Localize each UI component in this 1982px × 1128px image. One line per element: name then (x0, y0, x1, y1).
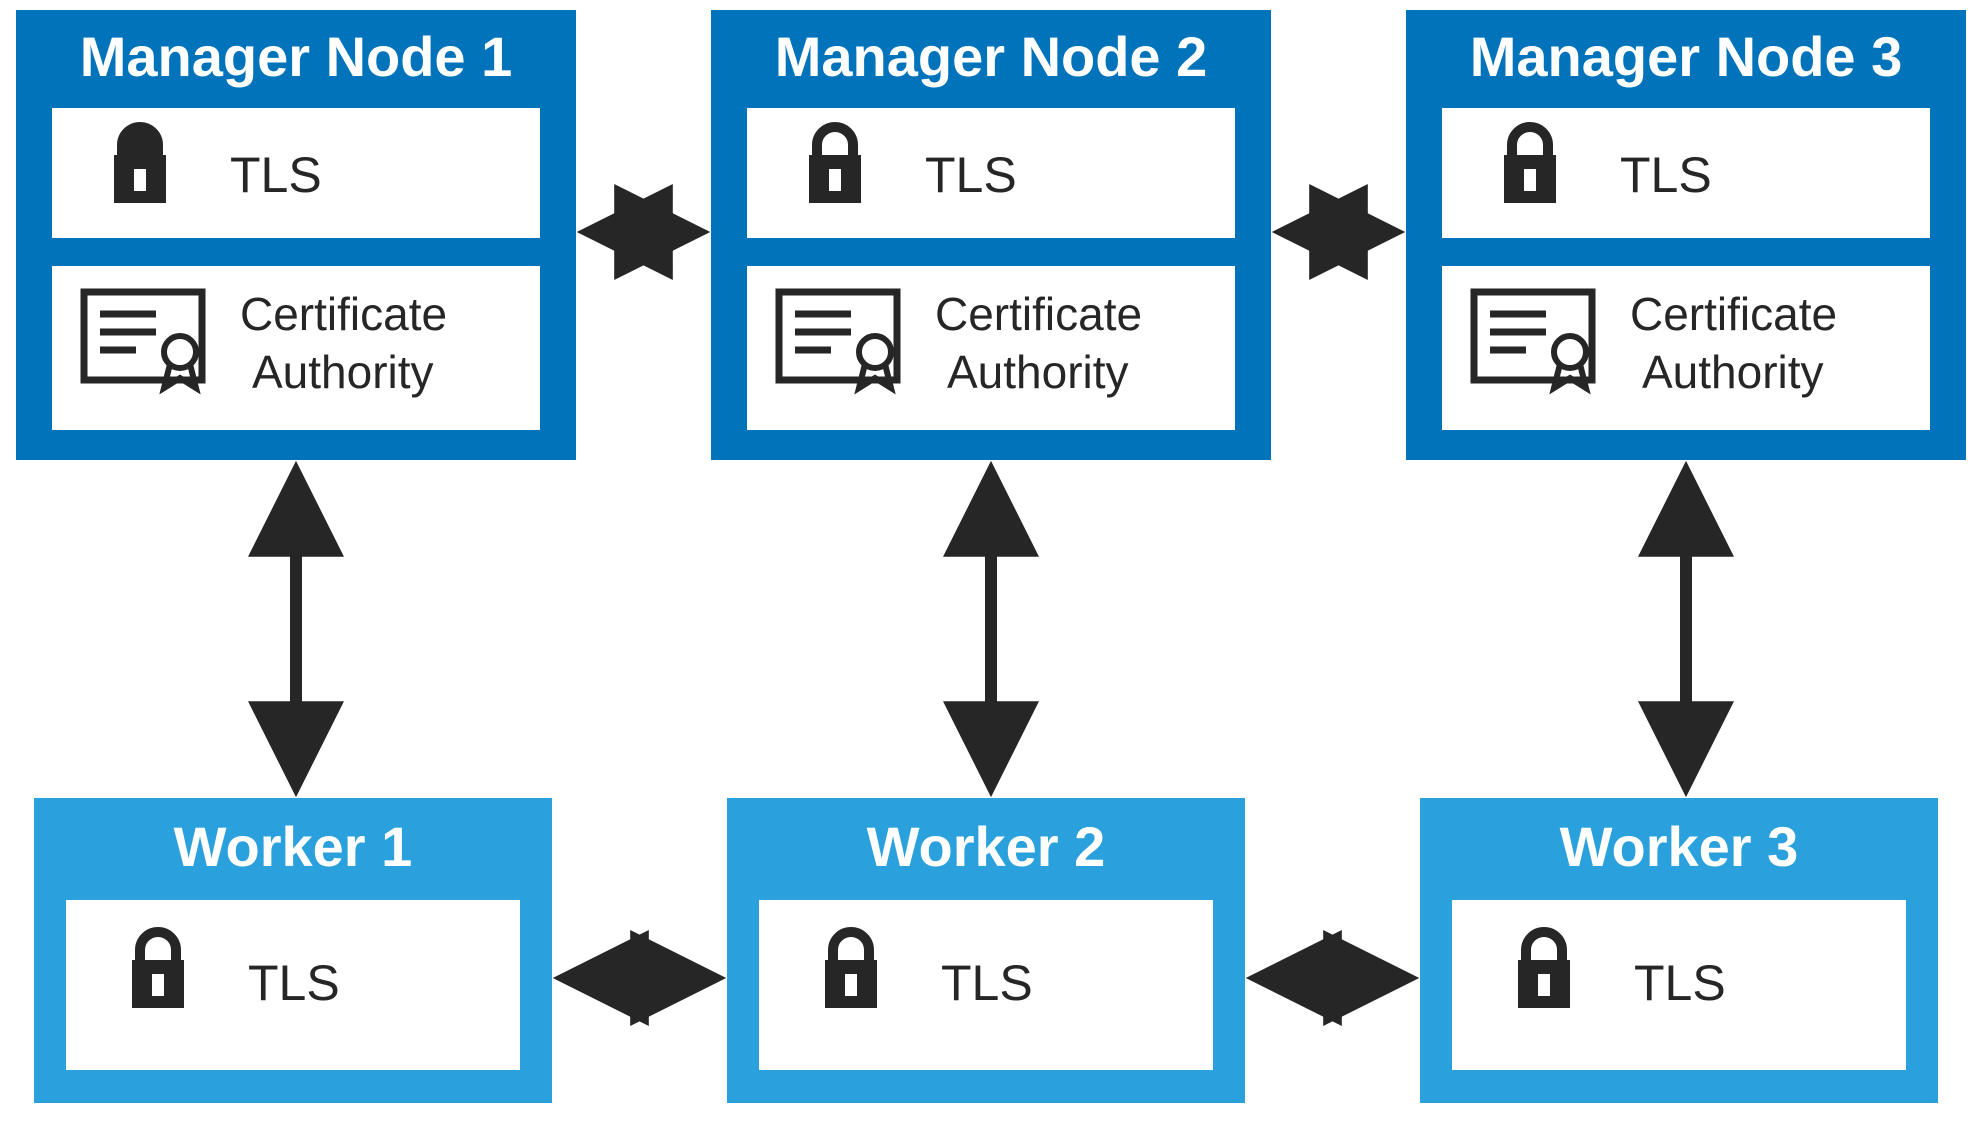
manager-2-ca-line2: Authority (947, 346, 1129, 398)
manager-3-ca-line2: Authority (1642, 346, 1824, 398)
worker-2-tls-label: TLS (941, 955, 1033, 1011)
manager-3-title: Manager Node 3 (1470, 25, 1903, 88)
manager-2-ca-line1: Certificate (935, 288, 1142, 340)
manager-node-2: Manager Node 2 TLS Certificate Authority (711, 10, 1271, 460)
manager-1-title: Manager Node 1 (80, 25, 513, 88)
architecture-diagram: Manager Node 1 TLS Certificate Authority… (0, 0, 1982, 1128)
worker-node-3: Worker 3 TLS (1420, 798, 1938, 1103)
worker-3-tls-label: TLS (1634, 955, 1726, 1011)
manager-3-tls-label: TLS (1620, 147, 1712, 203)
worker-2-title: Worker 2 (867, 815, 1106, 878)
manager-1-ca-line1: Certificate (240, 288, 447, 340)
manager-1-tls-label: TLS (230, 147, 322, 203)
manager-1-ca-line2: Authority (252, 346, 434, 398)
worker-1-title: Worker 1 (174, 815, 413, 878)
manager-node-1: Manager Node 1 TLS Certificate Authority (16, 10, 576, 460)
manager-3-ca-line1: Certificate (1630, 288, 1837, 340)
manager-2-tls-label: TLS (925, 147, 1017, 203)
worker-node-1: Worker 1 TLS (34, 798, 552, 1103)
worker-1-tls-label: TLS (248, 955, 340, 1011)
worker-3-title: Worker 3 (1560, 815, 1799, 878)
manager-node-3: Manager Node 3 TLS Certificate Authority (1406, 10, 1966, 460)
lock-icon (114, 127, 166, 203)
manager-2-title: Manager Node 2 (775, 25, 1208, 88)
worker-node-2: Worker 2 TLS (727, 798, 1245, 1103)
